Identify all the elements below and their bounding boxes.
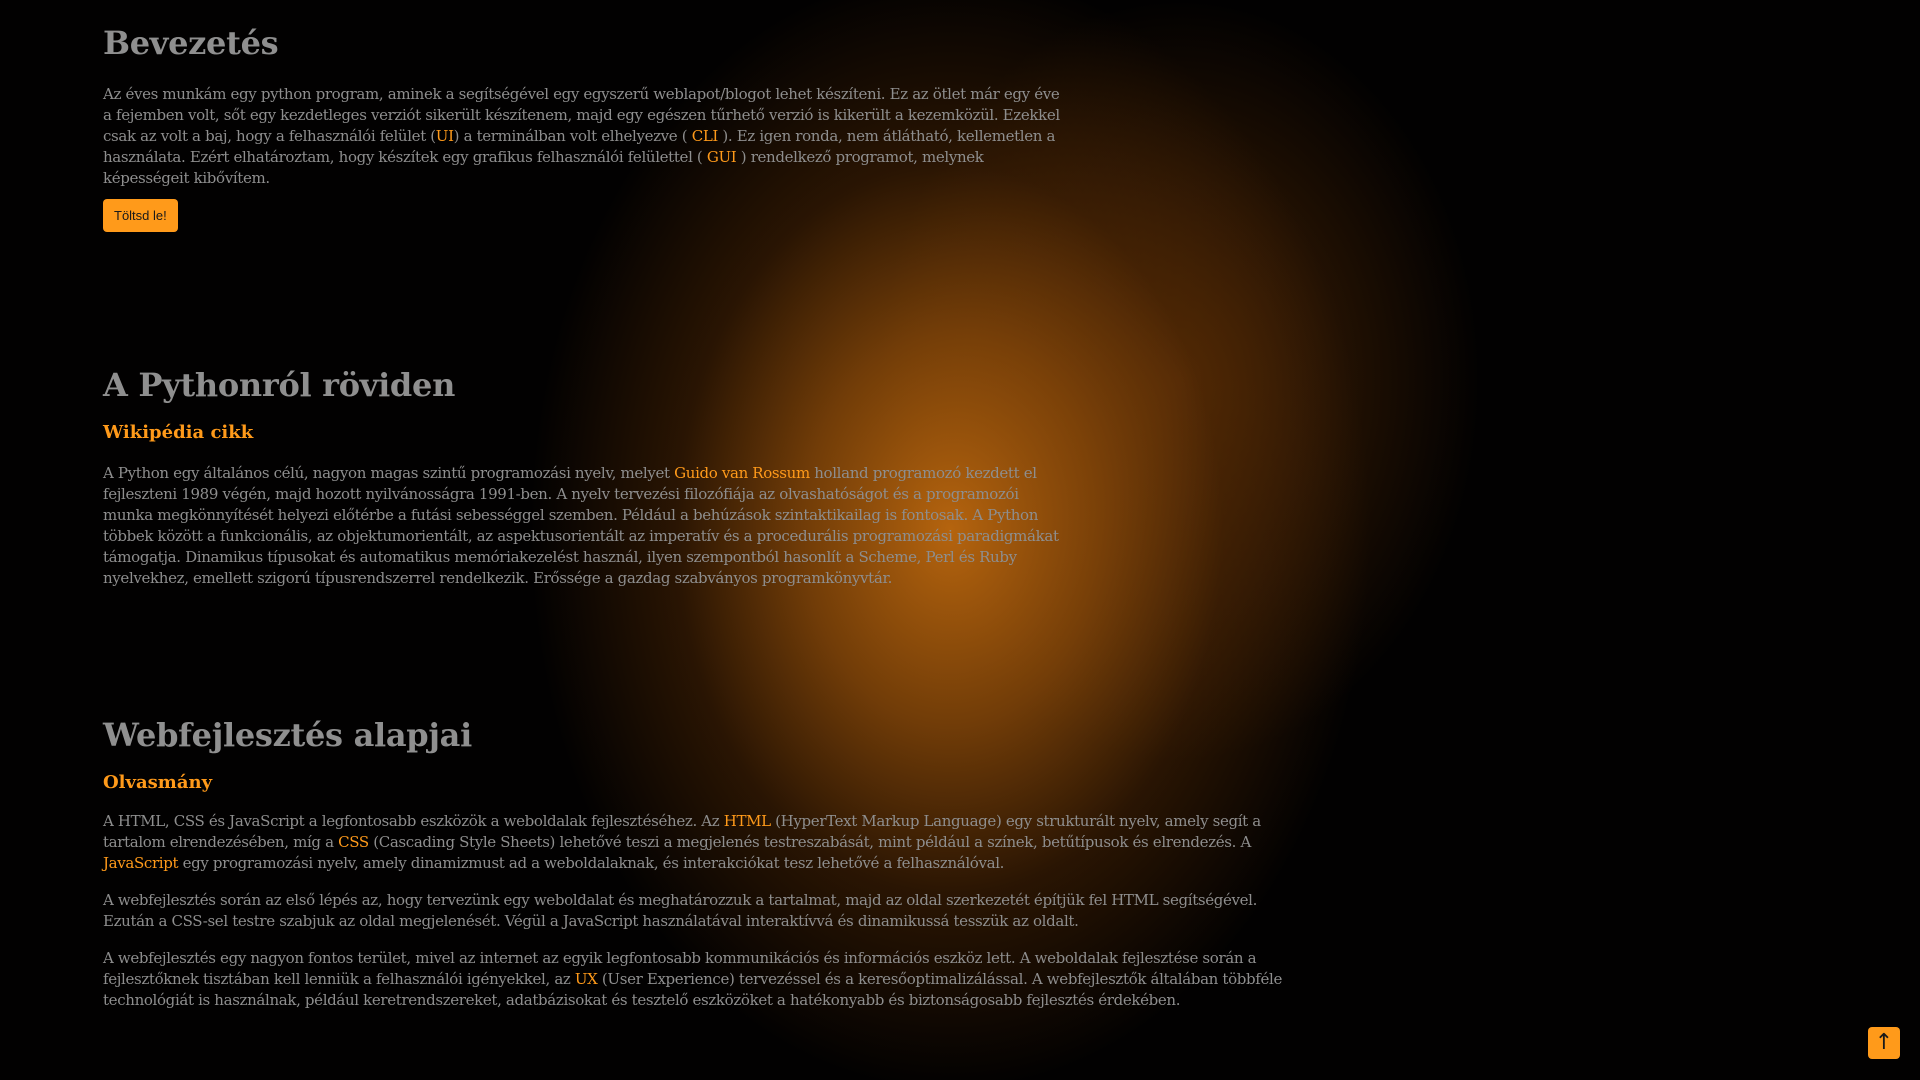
javascript-link[interactable]: JavaScript [103, 854, 179, 872]
arrow-up-icon: ↑ [1874, 1030, 1894, 1055]
cli-link[interactable]: CLI [692, 127, 719, 145]
section-webdev: Webfejlesztés alapjai Olvasmány A HTML, … [103, 716, 1293, 1027]
scroll-to-top-button[interactable]: ↑ [1868, 1027, 1900, 1059]
section-title-webdev: Webfejlesztés alapjai [103, 716, 472, 754]
guido-link[interactable]: Guido van Rossum [674, 464, 810, 482]
webdev-paragraph-1: A HTML, CSS és JavaScript a legfontosabb… [103, 812, 1261, 872]
download-button[interactable]: Töltsd le! [103, 199, 178, 232]
webdev-paragraph-3: A webfejlesztés egy nagyon fontos terüle… [103, 949, 1282, 1009]
webdev-paragraph-2: A webfejlesztés során az első lépés az, … [103, 891, 1258, 930]
html-link[interactable]: HTML [724, 812, 771, 830]
section-title-python: A Pythonról röviden [103, 366, 456, 404]
section-title-intro: Bevezetés [103, 24, 279, 62]
ux-link[interactable]: UX [575, 970, 598, 988]
section-python: A Pythonról röviden Wikipédia cikk A Pyt… [103, 366, 1063, 589]
wikipedia-link[interactable]: Wikipédia cikk [103, 422, 1063, 443]
reading-link[interactable]: Olvasmány [103, 772, 1293, 793]
intro-paragraph: Az éves munkám egy python program, amine… [103, 85, 1060, 187]
section-intro: Bevezetés Az éves munkám egy python prog… [103, 24, 1063, 232]
css-link[interactable]: CSS [338, 833, 369, 851]
ui-link[interactable]: UI [436, 127, 454, 145]
gui-link[interactable]: GUI [707, 148, 737, 166]
python-paragraph: A Python egy általános célú, nagyon maga… [103, 464, 1059, 587]
